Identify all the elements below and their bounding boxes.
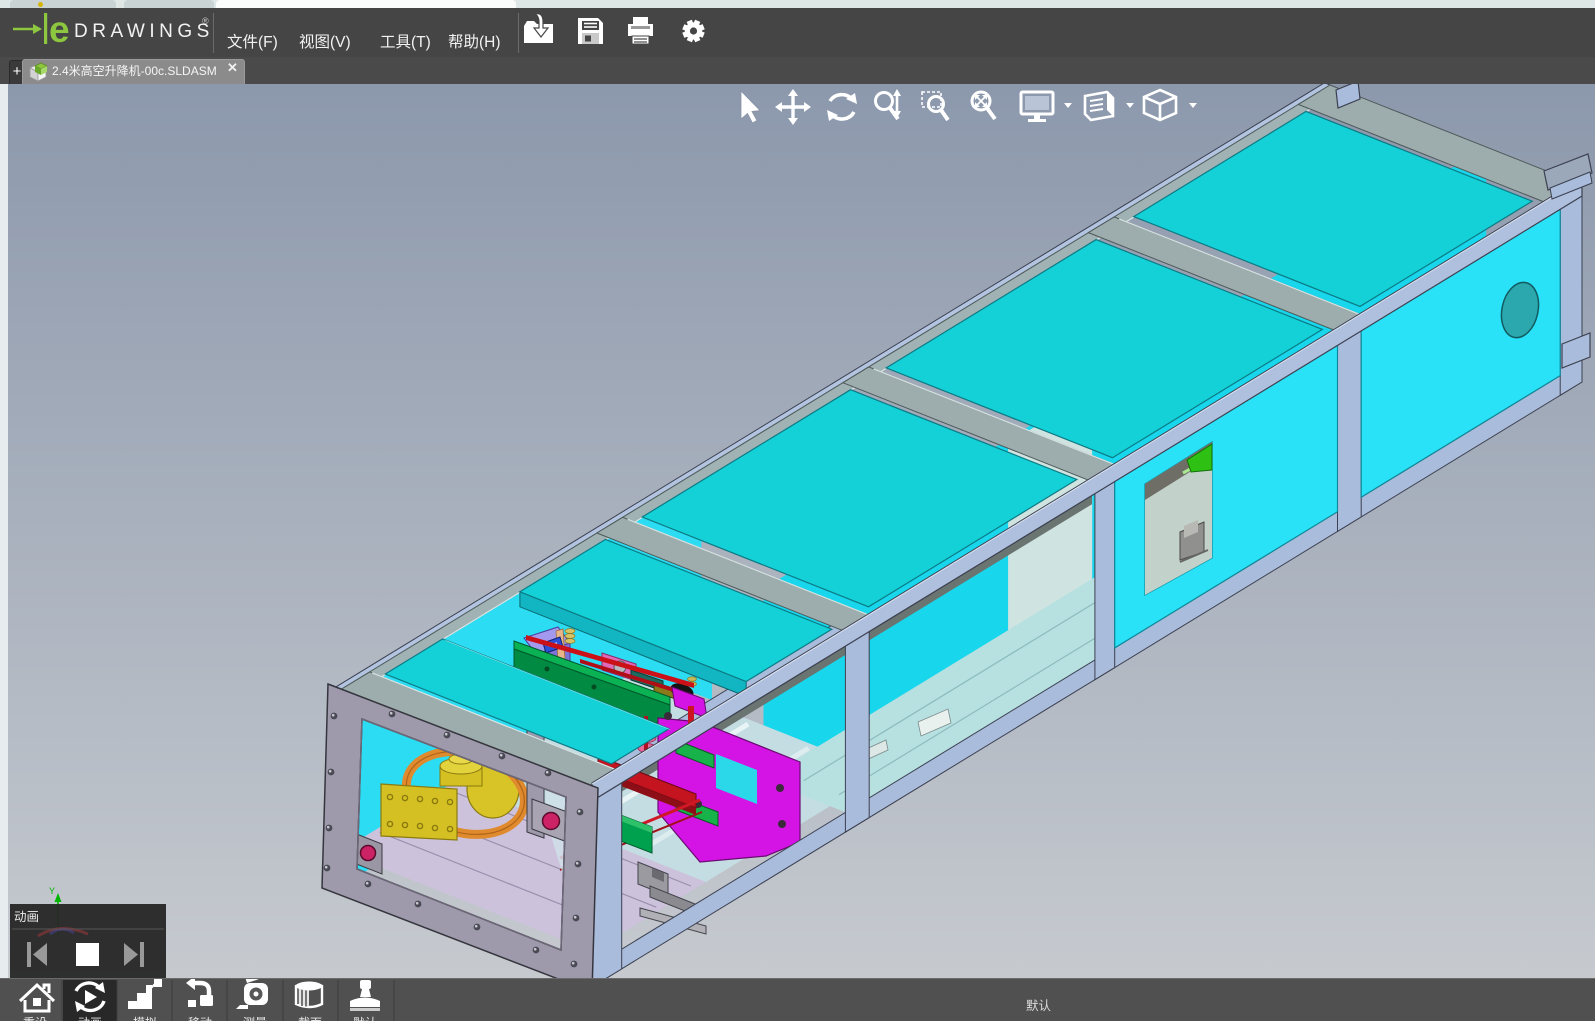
svg-text:模拟: 模拟	[133, 1016, 157, 1021]
svg-text:动画: 动画	[14, 910, 39, 924]
svg-text:移动: 移动	[188, 1016, 212, 1021]
svg-text:测量: 测量	[243, 1016, 267, 1021]
svg-text:重设: 重设	[23, 1016, 47, 1021]
svg-text:默认: 默认	[353, 1015, 377, 1021]
svg-text:e: e	[49, 9, 70, 50]
svg-text:Y: Y	[49, 886, 55, 896]
svg-text:动画: 动画	[78, 1016, 102, 1021]
svg-text:截面: 截面	[298, 1016, 322, 1021]
